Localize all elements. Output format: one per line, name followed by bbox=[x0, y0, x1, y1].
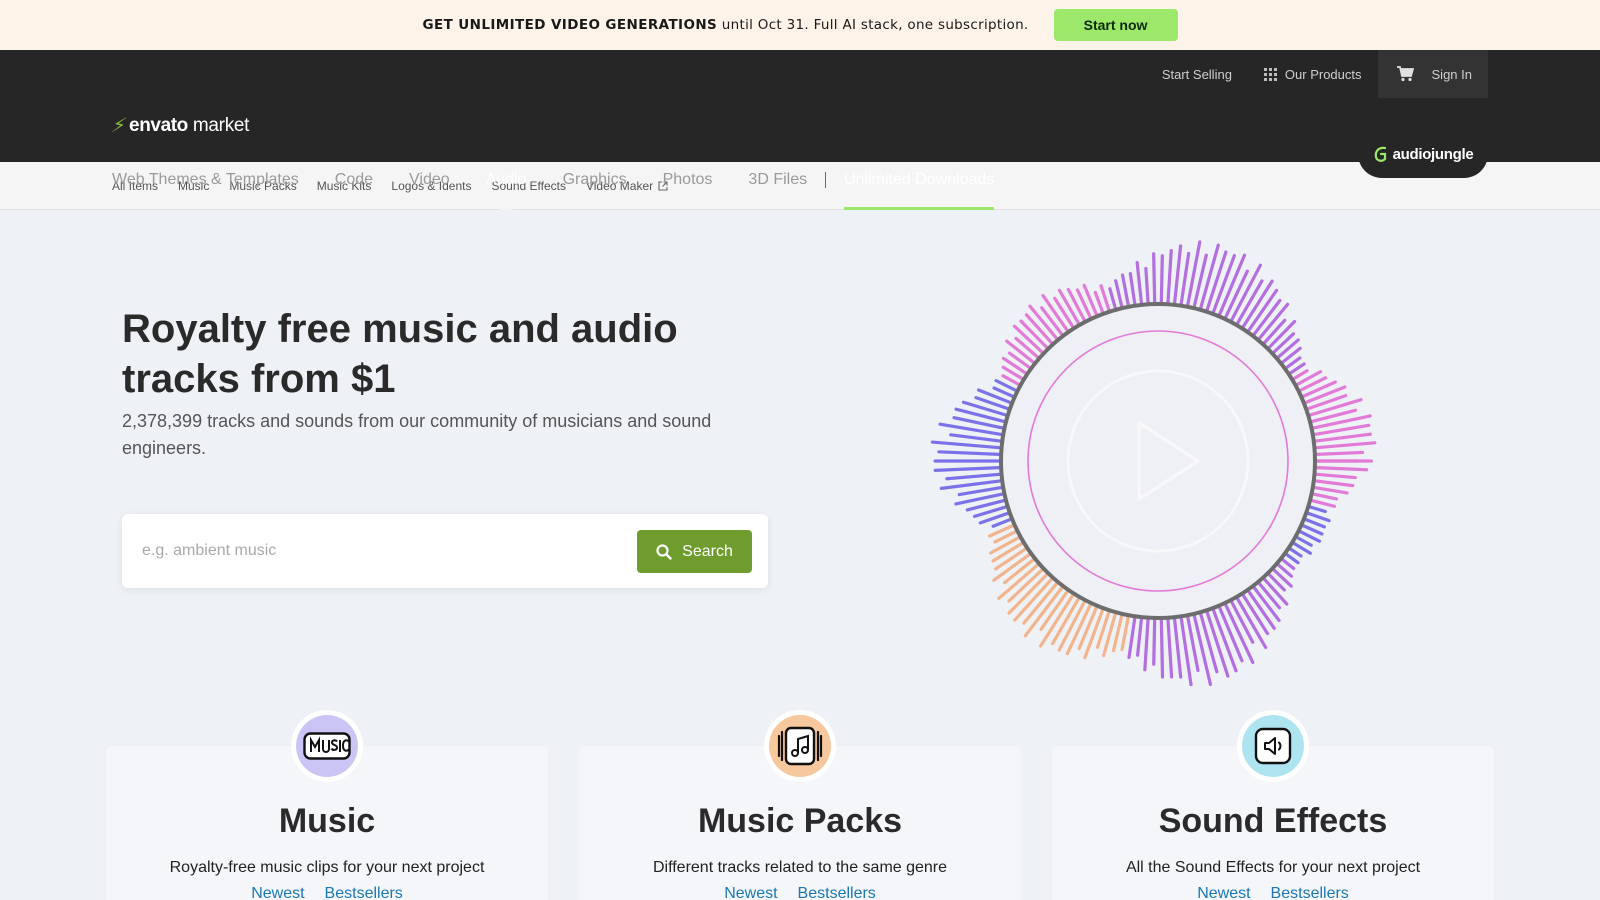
card-title: Sound Effects bbox=[1158, 802, 1388, 840]
card-description: Royalty-free music clips for your next p… bbox=[169, 859, 485, 876]
bestsellers-link[interactable]: Bestsellers bbox=[798, 885, 876, 900]
hero-section: Royalty free music and audio tracks from… bbox=[0, 210, 1600, 700]
category-card-music: Music Royalty-free music clips for your … bbox=[106, 710, 548, 900]
waveform-bar bbox=[1172, 608, 1183, 679]
music-pack-icon bbox=[769, 715, 831, 777]
bestsellers-link[interactable]: Bestsellers bbox=[325, 885, 403, 900]
player-outer-ring bbox=[999, 302, 1317, 620]
category-nav: Web Themes & Templates Code Video Audio … bbox=[112, 150, 995, 210]
envato-leaf-icon: ⚡ bbox=[108, 115, 129, 137]
card-description: All the Sound Effects for your next proj… bbox=[1125, 859, 1421, 876]
hero-subtitle: 2,378,399 tracks and sounds from our com… bbox=[122, 411, 712, 458]
logo-word-envato: envato bbox=[129, 114, 188, 136]
card-icon-wrap bbox=[764, 710, 836, 782]
envato-market-logo[interactable]: ⚡ envato market bbox=[108, 113, 250, 138]
card-icon-wrap bbox=[1237, 710, 1309, 782]
waveform-bar bbox=[930, 440, 1011, 451]
apps-grid-icon bbox=[1263, 67, 1277, 81]
card-icon-wrap bbox=[291, 710, 363, 782]
waveform-bar bbox=[1159, 609, 1165, 679]
logo-word-market: market bbox=[192, 114, 250, 136]
search-form: Search bbox=[122, 514, 768, 588]
start-selling-link[interactable]: Start Selling bbox=[1146, 50, 1248, 98]
sound-effect-icon bbox=[1242, 715, 1304, 777]
waveform-bar bbox=[1172, 244, 1183, 314]
promo-detail: until Oct 31. Full AI stack, one subscri… bbox=[721, 17, 1029, 33]
start-now-button[interactable]: Start now bbox=[1053, 9, 1178, 41]
start-selling-label: Start Selling bbox=[1161, 66, 1232, 82]
audiojungle-leaf-icon bbox=[1374, 146, 1386, 162]
nav-audio[interactable]: Audio bbox=[486, 150, 527, 210]
newest-link[interactable]: Newest bbox=[251, 885, 304, 900]
promo-banner: GET UNLIMITED VIDEO GENERATIONS until Oc… bbox=[0, 0, 1600, 50]
hero-title: Royalty free music and audio tracks from… bbox=[122, 307, 678, 401]
nav-web-themes[interactable]: Web Themes & Templates bbox=[112, 150, 299, 210]
audio-waveform-visual bbox=[930, 240, 1377, 687]
promo-headline: GET UNLIMITED VIDEO GENERATIONS bbox=[422, 17, 718, 33]
our-products-label: Our Products bbox=[1284, 66, 1362, 82]
nav-photos[interactable]: Photos bbox=[663, 150, 713, 210]
promo-text: GET UNLIMITED VIDEO GENERATIONS until Oc… bbox=[422, 17, 1028, 33]
category-card-music-packs: Music Packs Different tracks related to … bbox=[579, 710, 1021, 900]
top-links: Start Selling Our Products Sign In bbox=[1146, 50, 1488, 98]
nav-divider bbox=[825, 172, 827, 188]
waveform-bar bbox=[1305, 441, 1377, 451]
nav-video[interactable]: Video bbox=[409, 150, 450, 210]
search-icon bbox=[656, 543, 672, 560]
search-input[interactable] bbox=[142, 536, 612, 566]
waveform-bar bbox=[1236, 279, 1274, 336]
card-description: Different tracks related to the same gen… bbox=[652, 859, 948, 876]
waveform-bar bbox=[937, 450, 1010, 457]
signin-area: Sign In bbox=[1377, 50, 1488, 98]
music-label-icon bbox=[296, 715, 358, 777]
newest-link[interactable]: Newest bbox=[1197, 885, 1250, 900]
waveform-bar bbox=[945, 471, 1011, 481]
card-title: Music Packs bbox=[697, 802, 903, 840]
nav-code[interactable]: Code bbox=[335, 150, 373, 210]
nav-unlimited-downloads[interactable]: Unlimited Downloads bbox=[844, 150, 995, 210]
waveform-bar bbox=[1165, 609, 1174, 679]
sign-in-link[interactable]: Sign In bbox=[1432, 67, 1472, 82]
audiojungle-badge[interactable]: audiojungle bbox=[1358, 130, 1488, 178]
waveform-bar bbox=[1165, 248, 1173, 313]
cart-icon[interactable] bbox=[1396, 66, 1414, 82]
bestsellers-link[interactable]: Bestsellers bbox=[1271, 885, 1349, 900]
card-title: Music bbox=[278, 802, 376, 840]
waveform-bar bbox=[933, 465, 1010, 472]
search-button-label: Search bbox=[682, 542, 733, 560]
audiojungle-label: audiojungle bbox=[1392, 145, 1474, 163]
our-products-link[interactable]: Our Products bbox=[1248, 50, 1378, 98]
search-button[interactable]: Search bbox=[637, 530, 752, 573]
newest-link[interactable]: Newest bbox=[724, 885, 777, 900]
nav-graphics[interactable]: Graphics bbox=[563, 150, 627, 210]
nav-3d-files[interactable]: 3D Files bbox=[748, 150, 807, 210]
category-card-sound-effects: Sound Effects All the Sound Effects for … bbox=[1052, 710, 1494, 900]
